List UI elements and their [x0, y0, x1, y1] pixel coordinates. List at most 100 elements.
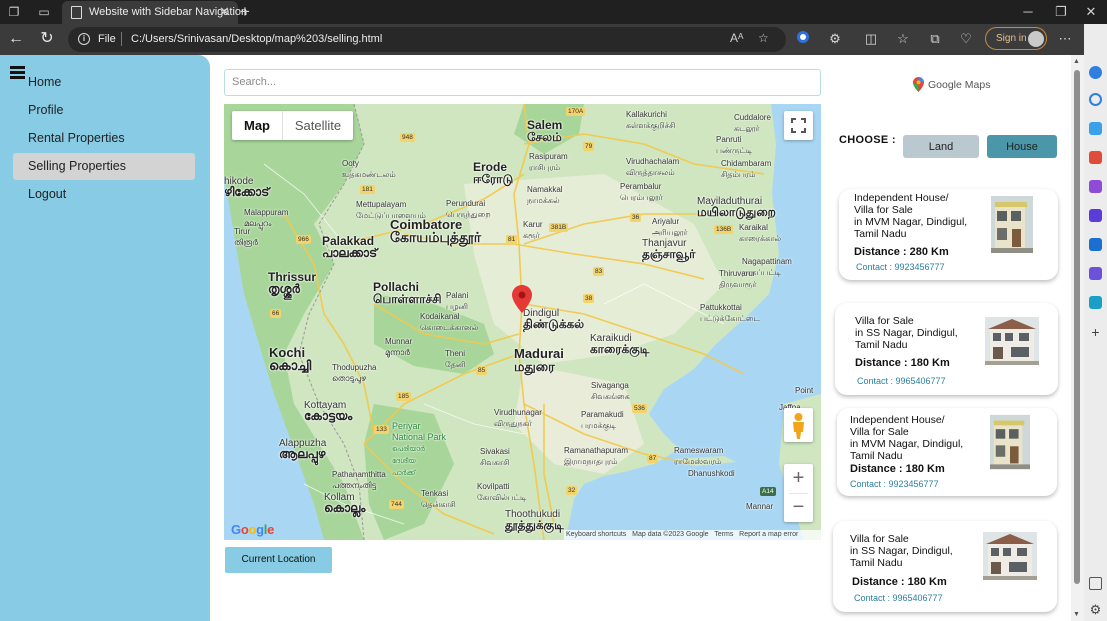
- map-label-munnar: Munnar മൂന്നാർ: [385, 337, 413, 357]
- drop-icon[interactable]: [1089, 296, 1102, 309]
- map-label-erode: Erode ஈரோடு: [473, 160, 514, 186]
- fullscreen-button[interactable]: [784, 111, 813, 140]
- restore-icon[interactable]: ❐: [1051, 3, 1071, 21]
- map-type-map-button[interactable]: Map: [232, 111, 282, 140]
- road-badge: 87: [647, 454, 659, 463]
- read-aloud-icon[interactable]: Aᴬ: [730, 31, 743, 45]
- new-tab-icon[interactable]: +: [240, 2, 250, 22]
- villa-photo: [985, 317, 1039, 365]
- sidebar-item-selling-properties[interactable]: Selling Properties: [13, 153, 195, 180]
- favorite-star-icon[interactable]: ☆: [758, 31, 769, 45]
- designer-icon[interactable]: [1089, 267, 1102, 280]
- info-icon[interactable]: i: [78, 33, 90, 45]
- map-label-ooty: Ooty உதகமண்டலம்: [342, 159, 396, 179]
- keyboard-shortcuts-link[interactable]: Keyboard shortcuts: [566, 531, 626, 538]
- map-label-alappuzha: Alappuzha ആലപ്പുഴ: [279, 438, 327, 461]
- listing-distance: Distance : 180 Km: [852, 576, 947, 588]
- extensions-icon[interactable]: ⚙: [826, 30, 844, 48]
- close-tab-icon[interactable]: ✕: [219, 4, 230, 20]
- map-label-pattukkottai: Pattukkottai பட்டுக்கோட்டை: [700, 303, 760, 323]
- zoom-out-button[interactable]: −: [784, 493, 813, 522]
- listing-card[interactable]: Villa for Sale in SS Nagar, Dindigul, Ta…: [835, 303, 1058, 395]
- map-label-thodupuzha: Thodupuzha തൊടുപുഴ: [332, 363, 377, 383]
- shopping-icon[interactable]: [1089, 122, 1102, 135]
- more-menu-icon[interactable]: ⋯: [1056, 30, 1074, 48]
- sidebar-item-home[interactable]: Home: [13, 69, 195, 96]
- map-label-coimbatore: Coimbatore கோயம்புத்தூர்: [390, 217, 482, 245]
- listing-card[interactable]: Villa for Sale in SS Nagar, Dindigul, Ta…: [833, 521, 1057, 612]
- outlook-icon[interactable]: [1089, 238, 1102, 251]
- url-text[interactable]: C:/Users/Srinivasan/Desktop/map%203/sell…: [131, 33, 382, 45]
- map-label-periyar: Periyar National Park പെരിയാർ ദേശീയ പാർക്…: [392, 421, 447, 477]
- road-badge: 83: [593, 267, 605, 276]
- listing-contact[interactable]: Contact : 9965406777: [857, 376, 946, 386]
- extension-shield-icon[interactable]: [794, 30, 812, 48]
- house-filter-button[interactable]: House: [987, 135, 1057, 158]
- sidebar-item-rental-properties[interactable]: Rental Properties: [13, 125, 195, 152]
- map-label-virudhachalam: Virudhachalam விருத்தாசலம்: [626, 157, 680, 177]
- map-label-ariyalur: Ariyalur அரியலூர்: [652, 217, 688, 237]
- zoom-in-button[interactable]: +: [784, 464, 813, 493]
- scroll-up-icon[interactable]: ▲: [1073, 58, 1080, 65]
- search-field[interactable]: [224, 69, 821, 96]
- report-error-link[interactable]: Report a map error: [739, 531, 798, 538]
- sidebar-toggle-icon[interactable]: [1089, 577, 1102, 590]
- google-logo: Google: [231, 522, 275, 537]
- sidebar-item-logout[interactable]: Logout: [13, 181, 195, 208]
- listing-contact[interactable]: Contact : 9965406777: [854, 593, 943, 603]
- road-badge: 79: [583, 142, 595, 151]
- browser-tab[interactable]: Website with Sidebar Navigation ✕: [62, 1, 247, 24]
- street-view-pegman[interactable]: [784, 408, 813, 442]
- minimize-icon[interactable]: ─: [1018, 3, 1038, 21]
- map-label-dindigul: Dindigul திண்டுக்கல்: [523, 308, 585, 331]
- land-filter-button[interactable]: Land: [903, 135, 979, 158]
- sidebar-item-profile[interactable]: Profile: [13, 97, 195, 124]
- tools-icon[interactable]: [1089, 151, 1102, 164]
- performance-icon[interactable]: ♡: [957, 30, 975, 48]
- current-location-button[interactable]: Current Location: [225, 547, 332, 573]
- games-icon[interactable]: [1089, 180, 1102, 193]
- close-window-icon[interactable]: ✕: [1081, 3, 1101, 21]
- workspaces-icon[interactable]: ❐: [6, 4, 22, 20]
- collections-icon[interactable]: ⧉: [926, 30, 944, 48]
- map-label-rasipuram: Rasipuram ராசிபுரம்: [529, 152, 568, 172]
- road-badge: A14: [760, 487, 776, 496]
- settings-gear-icon[interactable]: ⚙: [1089, 603, 1102, 616]
- listing-card[interactable]: Independent House/ Villa for Sale in MVM…: [839, 189, 1058, 280]
- location-pin-icon[interactable]: [512, 285, 532, 313]
- notifications-icon[interactable]: [1089, 66, 1102, 79]
- tab-actions-icon[interactable]: ▭: [36, 4, 52, 20]
- listing-title: Villa for Sale in SS Nagar, Dindigul, Ta…: [850, 533, 953, 569]
- refresh-icon[interactable]: ↻: [37, 29, 57, 49]
- search-input[interactable]: [232, 76, 802, 88]
- search-icon[interactable]: [1089, 93, 1102, 106]
- back-icon[interactable]: ←: [6, 29, 26, 49]
- map-label-virudhunagar: Virudhunagar விருதுநகர்: [494, 408, 542, 428]
- listing-distance: Distance : 180 Km: [850, 463, 945, 475]
- choose-label: CHOOSE :: [839, 134, 896, 146]
- sign-in-button[interactable]: Sign in: [985, 27, 1047, 50]
- add-app-icon[interactable]: +: [1089, 325, 1102, 339]
- split-screen-icon[interactable]: ◫: [862, 30, 880, 48]
- sidebar-item-label: Home: [28, 75, 62, 89]
- page-scrollbar[interactable]: ▲ ▼: [1071, 55, 1084, 621]
- map-type-satellite-button[interactable]: Satellite: [282, 111, 353, 140]
- google-map[interactable]: Salem சேலம் Erode ஈரோடு Coimbatore கோயம்புத…: [224, 104, 821, 540]
- map-label-chidambaram: Chidambaram சிதம்பரம்: [721, 159, 772, 179]
- house-button-label: House: [1006, 141, 1038, 153]
- listing-contact[interactable]: Contact : 9923456777: [856, 262, 945, 272]
- road-badge: 948: [400, 133, 415, 142]
- favorites-icon[interactable]: ☆: [894, 30, 912, 48]
- copilot-app-icon[interactable]: [1089, 209, 1102, 222]
- listing-card[interactable]: Independent House/ Villa for Sale in MVM…: [837, 408, 1057, 496]
- scroll-down-icon[interactable]: ▼: [1073, 611, 1080, 618]
- current-location-label: Current Location: [241, 554, 316, 565]
- road-badge: 81: [506, 235, 518, 244]
- map-label-kovilpatti: Kovilpatti கோவில்பட்டி: [477, 482, 527, 502]
- scrollbar-thumb[interactable]: [1074, 70, 1080, 584]
- terms-link[interactable]: Terms: [714, 531, 733, 538]
- listing-contact[interactable]: Contact : 9923456777: [850, 479, 939, 489]
- address-bar[interactable]: i File C:/Users/Srinivasan/Desktop/map%2…: [68, 27, 786, 52]
- map-label-perambalur: Perambalur பெரம்பலூர்: [620, 182, 663, 202]
- map-label-thanjavur: Thanjavur தஞ்சாவூர்: [642, 238, 696, 261]
